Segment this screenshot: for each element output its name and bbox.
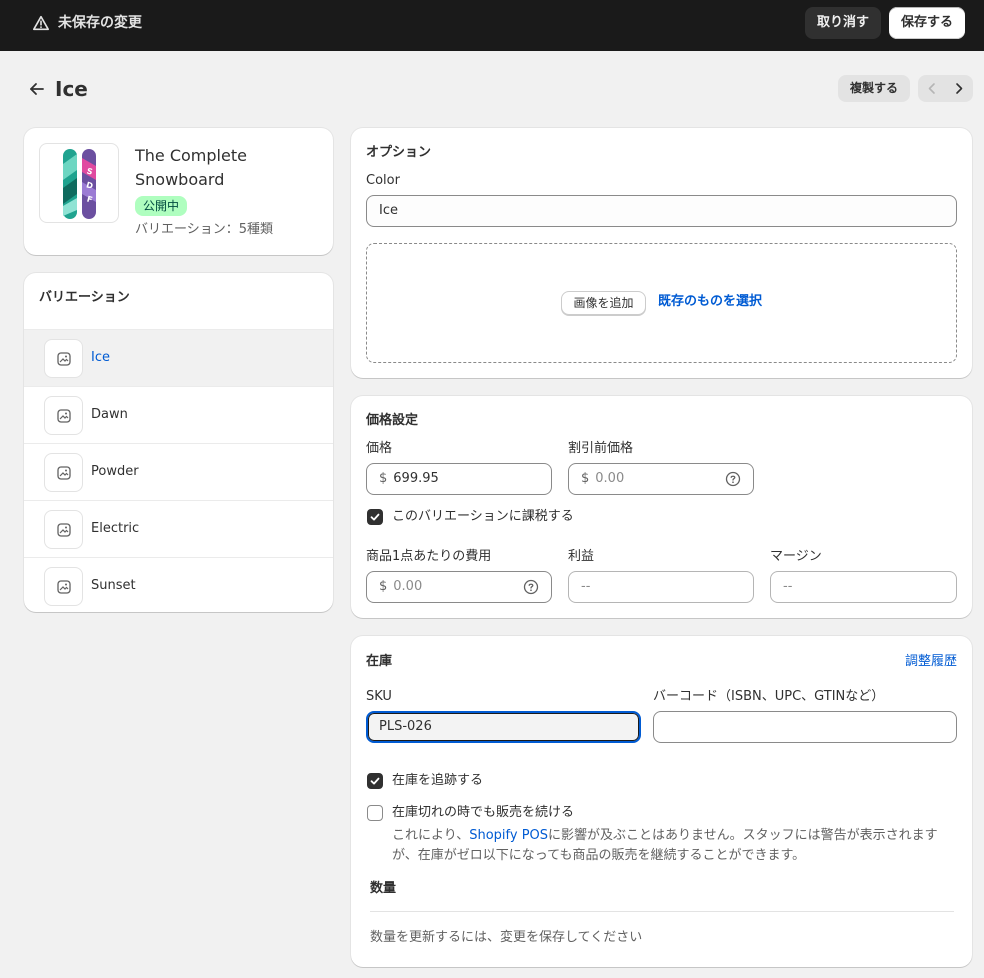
pricing-title: 価格設定 (366, 413, 419, 428)
unsaved-changes-text: 未保存の変更 (58, 15, 142, 31)
sku-input[interactable]: PLS-026 (366, 711, 641, 743)
variant-item-ice[interactable]: Ice (24, 329, 333, 386)
divider (370, 911, 954, 912)
inventory-card: 在庫 調整履歴 SKU PLS-026 バーコード（ISBN、UPC、GTINな… (351, 636, 972, 967)
margin-field: -- (770, 571, 957, 603)
sku-value: PLS-026 (379, 719, 432, 734)
shopify-pos-link[interactable]: Shopify POS (469, 828, 548, 843)
barcode-input[interactable] (653, 711, 957, 743)
note-text-pre: これにより、 (392, 828, 470, 843)
price-input[interactable]: $699.95 (366, 463, 552, 495)
price-label: 価格 (366, 441, 393, 456)
variant-count: バリエーション：5種類 (135, 222, 274, 237)
margin-label: マージン (770, 549, 822, 564)
taxable-checkbox[interactable] (367, 509, 383, 525)
continue-selling-note: これにより、Shopify POSに影響が及ぶことはありません。スタッフには警告… (392, 826, 952, 866)
checkmark-icon (370, 777, 380, 785)
image-dropzone[interactable]: 画像を追加 既存のものを選択 (366, 243, 957, 363)
checkmark-icon (370, 513, 380, 521)
page-title: Ice (55, 77, 88, 101)
options-title: オプション (366, 145, 432, 160)
currency-prefix: $ (581, 471, 590, 486)
image-placeholder-icon (44, 567, 83, 606)
help-icon[interactable] (725, 471, 741, 487)
variant-label: Dawn (91, 407, 128, 422)
variant-label: Electric (91, 521, 140, 536)
product-summary-card: S D F The Complete Snowboard 公開中 バリエーション… (24, 128, 333, 255)
unsaved-changes-bar: 未保存の変更 取り消す 保存する (0, 0, 984, 51)
compare-price-placeholder: 0.00 (595, 471, 625, 486)
options-card: オプション Color Ice 画像を追加 既存のものを選択 (351, 128, 972, 378)
variants-title: バリエーション (39, 290, 130, 305)
color-input[interactable]: Ice (366, 195, 957, 227)
variant-list: Ice Dawn Powder Electric Sunset (24, 329, 333, 614)
compare-price-input[interactable]: $0.00 (568, 463, 754, 495)
status-badge: 公開中 (135, 196, 188, 216)
alert-triangle-icon (32, 15, 50, 31)
snowboard-image: S D F (63, 149, 96, 219)
cost-input[interactable]: $0.00 (366, 571, 552, 603)
variant-label: Sunset (91, 578, 136, 593)
taxable-label[interactable]: このバリエーションに課税する (392, 507, 574, 527)
cost-label: 商品1点あたりの費用 (366, 549, 492, 564)
select-existing-link[interactable]: 既存のものを選択 (658, 292, 762, 312)
duplicate-button[interactable]: 複製する (838, 75, 910, 102)
product-image[interactable]: S D F (39, 143, 119, 223)
track-inventory-checkbox[interactable] (367, 773, 383, 789)
save-button[interactable]: 保存する (889, 7, 965, 39)
profit-label: 利益 (568, 549, 595, 564)
variants-card: バリエーション Ice Dawn Powder Electric Sunset (24, 273, 333, 612)
color-label: Color (366, 173, 400, 188)
track-inventory-label[interactable]: 在庫を追跡する (392, 771, 483, 791)
help-icon[interactable] (523, 579, 539, 595)
quantity-note: 数量を更新するには、変更を保存してください (370, 930, 643, 945)
barcode-label: バーコード（ISBN、UPC、GTINなど） (653, 689, 885, 704)
add-image-button[interactable]: 画像を追加 (561, 291, 646, 315)
variant-item-dawn[interactable]: Dawn (24, 386, 333, 443)
inventory-title: 在庫 (366, 654, 393, 669)
continue-selling-checkbox[interactable] (367, 805, 383, 821)
image-placeholder-icon (44, 453, 83, 492)
cost-placeholder: 0.00 (393, 579, 423, 594)
variant-pager (918, 75, 973, 102)
continue-selling-label[interactable]: 在庫切れの時でも販売を続ける (392, 803, 574, 823)
chevron-left-icon[interactable] (918, 75, 945, 102)
currency-prefix: $ (379, 579, 388, 594)
variant-item-sunset[interactable]: Sunset (24, 557, 333, 614)
variant-item-powder[interactable]: Powder (24, 443, 333, 500)
margin-value: -- (783, 579, 793, 594)
currency-prefix: $ (379, 471, 388, 486)
color-value: Ice (379, 203, 398, 218)
discard-button[interactable]: 取り消す (805, 7, 881, 39)
image-placeholder-icon (44, 510, 83, 549)
adjustment-history-link[interactable]: 調整履歴 (905, 652, 957, 672)
product-name[interactable]: The Complete Snowboard (135, 144, 315, 192)
price-value: 699.95 (393, 471, 439, 486)
compare-price-label: 割引前価格 (568, 441, 634, 456)
pricing-card: 価格設定 価格 $699.95 割引前価格 $0.00 このバリエーションに課税… (351, 396, 972, 618)
back-arrow-icon[interactable] (28, 80, 46, 98)
quantity-title: 数量 (370, 881, 397, 896)
profit-field: -- (568, 571, 754, 603)
variant-item-electric[interactable]: Electric (24, 500, 333, 557)
chevron-right-icon[interactable] (946, 75, 973, 102)
sku-label: SKU (366, 689, 392, 704)
variant-label: Ice (91, 350, 110, 365)
variant-label: Powder (91, 464, 139, 479)
image-placeholder-icon (44, 339, 83, 378)
profit-value: -- (581, 579, 591, 594)
image-placeholder-icon (44, 396, 83, 435)
